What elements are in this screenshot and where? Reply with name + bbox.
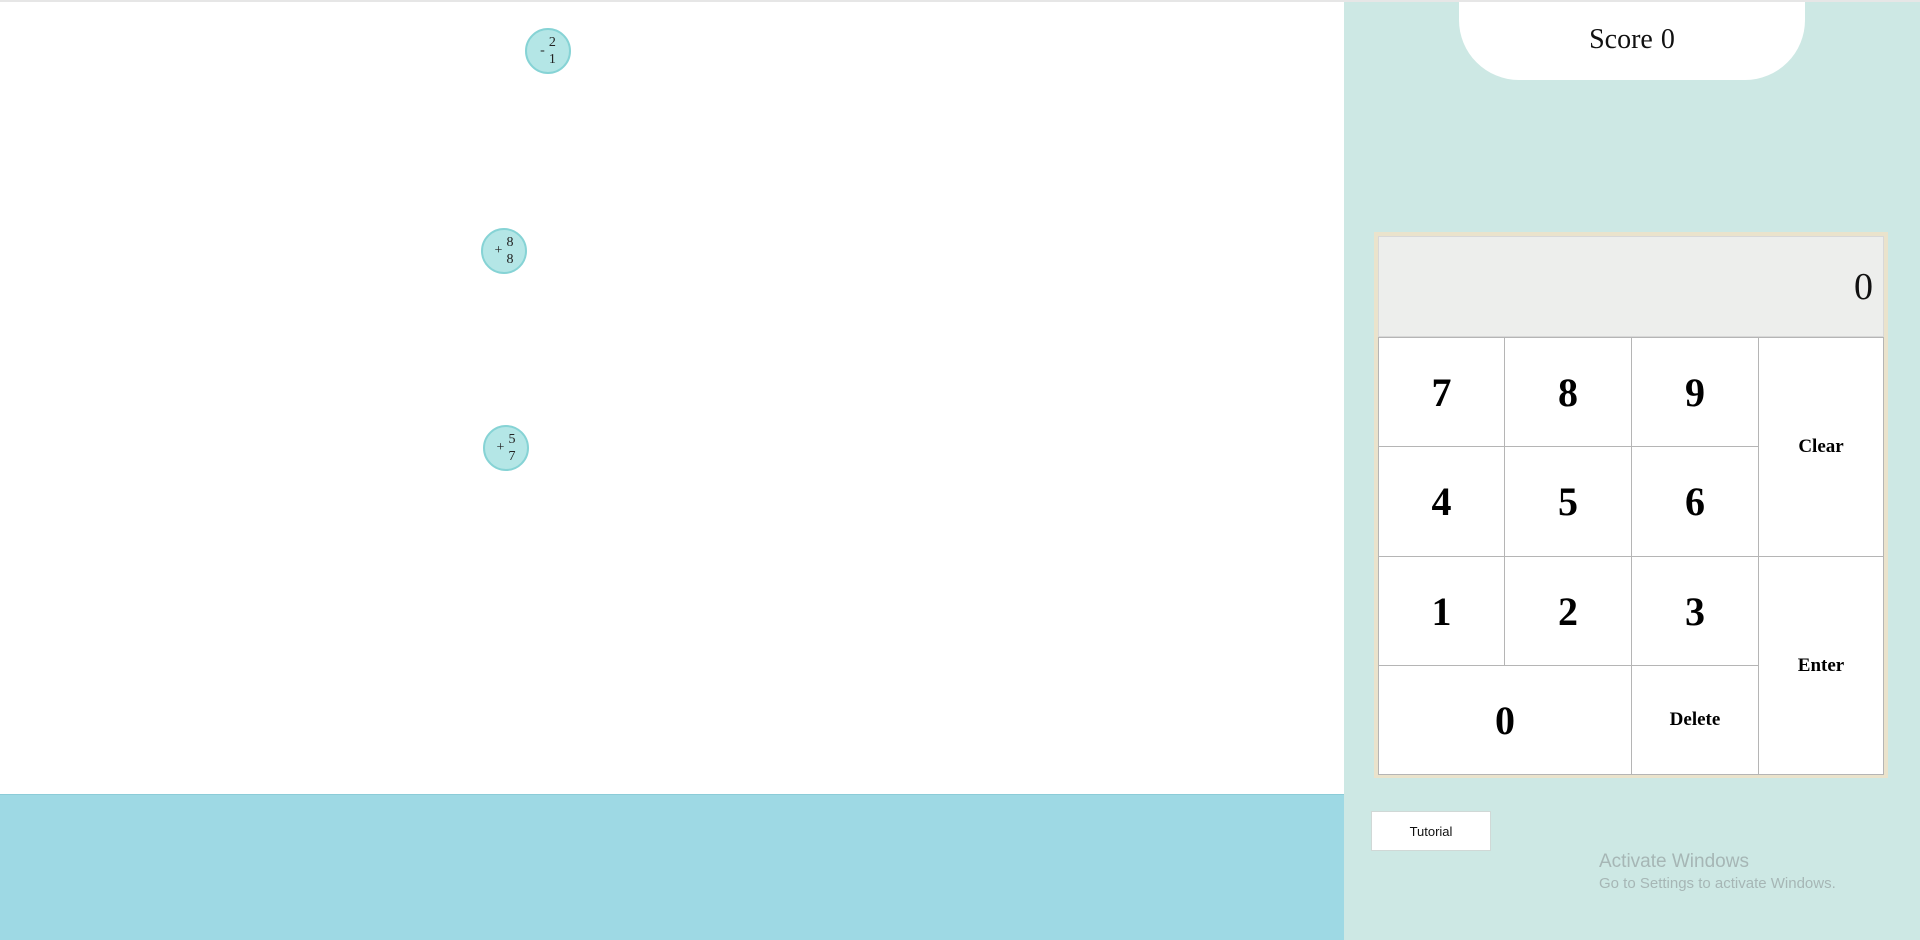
key-9[interactable]: 9 (1631, 337, 1759, 447)
key-7-label: 7 (1431, 369, 1452, 415)
falling-bubble: + 5 7 (483, 425, 529, 471)
key-8-label: 8 (1558, 369, 1578, 415)
bubble-top-number: 2 (548, 35, 556, 50)
bubble-bottom-number: 1 (548, 52, 556, 67)
bubble-numbers: 2 1 (549, 34, 556, 68)
score-label: Score (1589, 24, 1653, 55)
tutorial-button-label: Tutorial (1409, 823, 1453, 839)
key-1[interactable]: 1 (1378, 556, 1505, 666)
watermark-subtitle: Go to Settings to activate Windows. (1599, 875, 1836, 892)
key-9-label: 9 (1685, 369, 1705, 415)
bubble-top-number: 8 (506, 235, 514, 250)
key-0-label: 0 (1495, 697, 1515, 743)
enter-button[interactable]: Enter (1758, 556, 1884, 775)
score-value: 0 (1660, 24, 1675, 55)
key-3[interactable]: 3 (1631, 556, 1759, 666)
key-0[interactable]: 0 (1378, 665, 1632, 775)
calculator-display: 0 (1378, 236, 1884, 337)
score-display: Score 0 (1459, 2, 1805, 80)
key-2-label: 2 (1558, 588, 1578, 634)
key-5[interactable]: 5 (1504, 446, 1632, 557)
side-panel: Score 0 0 7 8 9 Clear 4 5 6 1 2 3 Enter … (1344, 2, 1920, 940)
key-4[interactable]: 4 (1378, 446, 1505, 557)
falling-bubble: + 8 8 (481, 228, 527, 274)
clear-button[interactable]: Clear (1758, 337, 1884, 557)
calculator-display-value: 0 (1854, 265, 1873, 308)
bubble-bottom-number: 8 (506, 252, 514, 267)
bubble-numbers: 5 7 (508, 431, 515, 465)
ground-water (0, 794, 1344, 940)
clear-button-label: Clear (1798, 436, 1844, 457)
key-7[interactable]: 7 (1378, 337, 1505, 447)
delete-button[interactable]: Delete (1631, 665, 1759, 775)
bubble-sign: + (494, 243, 503, 258)
windows-activation-watermark: Activate Windows Go to Settings to activ… (1599, 850, 1836, 894)
key-2[interactable]: 2 (1504, 556, 1632, 666)
tutorial-button[interactable]: Tutorial (1371, 811, 1491, 851)
key-6[interactable]: 6 (1631, 446, 1759, 557)
play-field: - 2 1 + 8 8 + 5 7 (0, 2, 1344, 940)
enter-button-label: Enter (1797, 654, 1845, 676)
bubble-numbers: 8 8 (506, 234, 513, 268)
key-4-label: 4 (1431, 479, 1452, 524)
key-3-label: 3 (1685, 588, 1705, 634)
game-app: - 2 1 + 8 8 + 5 7 Score 0 0 7 8 9 Clear … (0, 0, 1920, 940)
key-5-label: 5 (1558, 479, 1578, 524)
bubble-sign: - (540, 43, 545, 58)
bubble-top-number: 5 (508, 432, 516, 447)
key-1-label: 1 (1431, 588, 1452, 634)
calculator-keypad: 0 7 8 9 Clear 4 5 6 1 2 3 Enter 0 Delete (1374, 232, 1888, 778)
key-8[interactable]: 8 (1504, 337, 1632, 447)
bubble-bottom-number: 7 (508, 449, 516, 464)
delete-button-label: Delete (1669, 709, 1721, 730)
bubble-sign: + (496, 440, 505, 455)
watermark-title: Activate Windows (1599, 851, 1749, 872)
falling-bubble: - 2 1 (525, 28, 571, 74)
key-6-label: 6 (1685, 479, 1705, 524)
